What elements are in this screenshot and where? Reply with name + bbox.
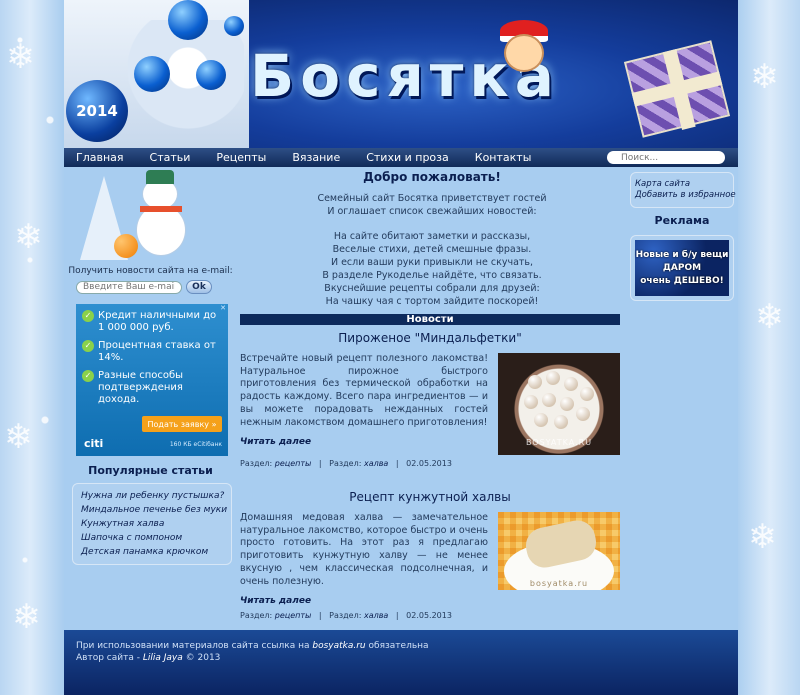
article-date: 02.05.2013 [406,459,452,468]
rss-icon[interactable] [114,234,138,258]
nav-poems[interactable]: Стихи и проза [354,151,463,164]
subscribe-ok-button[interactable]: Ok [186,280,212,294]
nav-articles[interactable]: Статьи [138,151,205,164]
site-footer: При использовании материалов сайта ссылк… [64,630,738,695]
nav-home[interactable]: Главная [64,151,138,164]
year-label: 2014 [76,102,118,120]
year-ornament: 2014 [66,80,128,142]
subscribe-label: Получить новости сайта на e-mail: [68,266,233,276]
article-title[interactable]: Рецепт кунжутной халвы [240,490,620,504]
subsection-link[interactable]: халва [364,459,388,468]
article-title[interactable]: Пироженое "Миндальфетки" [240,331,620,345]
article-date: 02.05.2013 [406,611,452,621]
ornament-ball-icon [224,16,244,36]
snowflake-icon: ❄ [748,517,777,557]
welcome-text: Семейный сайт Босятка приветствует госте… [317,193,547,307]
popular-link[interactable]: Кунжутная халва [81,517,223,531]
ornament-ball-icon [196,60,226,90]
article-text: Встречайте новый рецепт полезного лакомс… [240,353,488,428]
popular-link[interactable]: Нужна ли ребенку пустышка? [81,489,224,503]
news-header: Новости [240,314,620,325]
ad-title: Реклама [654,214,710,227]
email-input[interactable] [76,280,182,294]
read-more-link[interactable]: Читать далее [240,437,311,447]
page: 2014 Б о с я т к а Главная Статьи Рецепт… [64,0,738,695]
popular-link[interactable]: Миндальное печенье без муки [81,503,227,517]
logo-letter: я [386,42,426,110]
logo-letter: т [429,42,466,110]
snowflake-icon: ❄ [750,57,779,97]
popular-title: Популярные статьи [88,464,213,477]
nav-knitting[interactable]: Вязание [280,151,354,164]
bank-ad-banner[interactable]: ✕ ✓ Кредит наличными до 1 000 000 руб. ✓ П… [76,304,228,456]
section-link[interactable]: рецепты [275,611,312,620]
logo-letter: Б [250,42,297,110]
article-meta: Раздел: рецепты | Раздел: халва | 02.05.… [240,611,452,621]
snowman-rss-image [78,170,218,264]
ornament-ball-icon [134,56,170,92]
ad-item: ✓ Кредит наличными до 1 000 000 руб. [76,304,228,334]
logo-letter: о [300,42,343,110]
subsection-link[interactable]: халва [364,611,388,620]
popular-link[interactable]: Детская панамка крючком [81,545,223,559]
ad-fine-print: 160 КБ eСitiбанк [169,441,222,448]
add-favorites-link[interactable]: Добавить в избранное [635,190,736,201]
ad-item: ✓ Процентная ставка от 14%. [76,334,228,364]
main-content: Добро пожаловать! Семейный сайт Босятка … [240,170,624,620]
main-nav: Главная Статьи Рецепты Вязание Стихи и п… [64,148,738,167]
article-thumbnail[interactable]: BOSYATKA.RU [498,353,620,455]
logo-letter: с [346,42,383,110]
santa-kid-mascot [496,18,550,98]
read-more-link[interactable]: Читать далее [240,596,311,606]
left-sidebar: Получить новости сайта на e-mail: Ok ✕ ✓… [68,170,233,565]
nav-recipes[interactable]: Рецепты [204,151,280,164]
site-header: 2014 Б о с я т к а [64,0,738,148]
snowflake-icon: ❄ [6,37,35,77]
image-watermark: BOSYATKA.RU [525,438,593,447]
gift-box-image [623,40,731,138]
check-icon: ✓ [82,310,94,322]
popular-list: Нужна ли ребенку пустышка? Миндальное пе… [72,483,232,565]
nav-contacts[interactable]: Контакты [463,151,546,164]
article: Пироженое "Миндальфетки" Встречайте новы… [240,331,620,468]
welcome-title: Добро пожаловать! [363,170,501,184]
sitemap-link[interactable]: Карта сайта [635,179,729,190]
search-input[interactable] [607,151,725,164]
article-text: Домашняя медовая халва — замечательное н… [240,512,488,587]
snowflake-icon: ❄ [755,297,784,337]
ornament-ball-icon [168,0,208,40]
article-meta: Раздел: рецепты | Раздел: халва | 02.05.… [240,459,452,468]
check-icon: ✓ [82,340,94,352]
snowflake-icon: ❄ [4,417,33,457]
site-links-box: Карта сайта Добавить в избранное [630,172,736,208]
article-thumbnail[interactable]: bosyatka.ru [498,512,620,590]
check-icon: ✓ [82,370,94,382]
promo-banner[interactable]: Новые и б/у вещи ДАРОМ очень ДЕШЕВО! [630,235,734,301]
image-watermark: bosyatka.ru [529,579,589,588]
article: Рецепт кунжутной халвы Домашняя медовая … [240,490,620,620]
snowflake-icon: ❄ [12,597,41,637]
ad-brand-logo: citi [84,437,104,450]
footer-author-name: Lilia Jaya [142,653,183,663]
section-link[interactable]: рецепты [275,459,312,468]
snowflake-icon: ❄ [14,217,43,257]
footer-copyright-notice: При использовании материалов сайта ссылк… [76,641,429,651]
right-sidebar: Карта сайта Добавить в избранное Реклама… [630,172,736,301]
ad-item: ✓ Разные способы подтверждения дохода. [76,364,228,406]
footer-site-link[interactable]: bosyatka.ru [312,641,365,651]
footer-author: Автор сайта - Lilia Jaya © 2013 [76,653,221,663]
popular-link[interactable]: Шапочка с помпоном [81,531,223,545]
ad-close-icon[interactable]: ✕ [220,304,226,312]
subscribe-form: Ok [76,280,233,294]
ad-apply-button[interactable]: Подать заявку » [142,416,222,432]
